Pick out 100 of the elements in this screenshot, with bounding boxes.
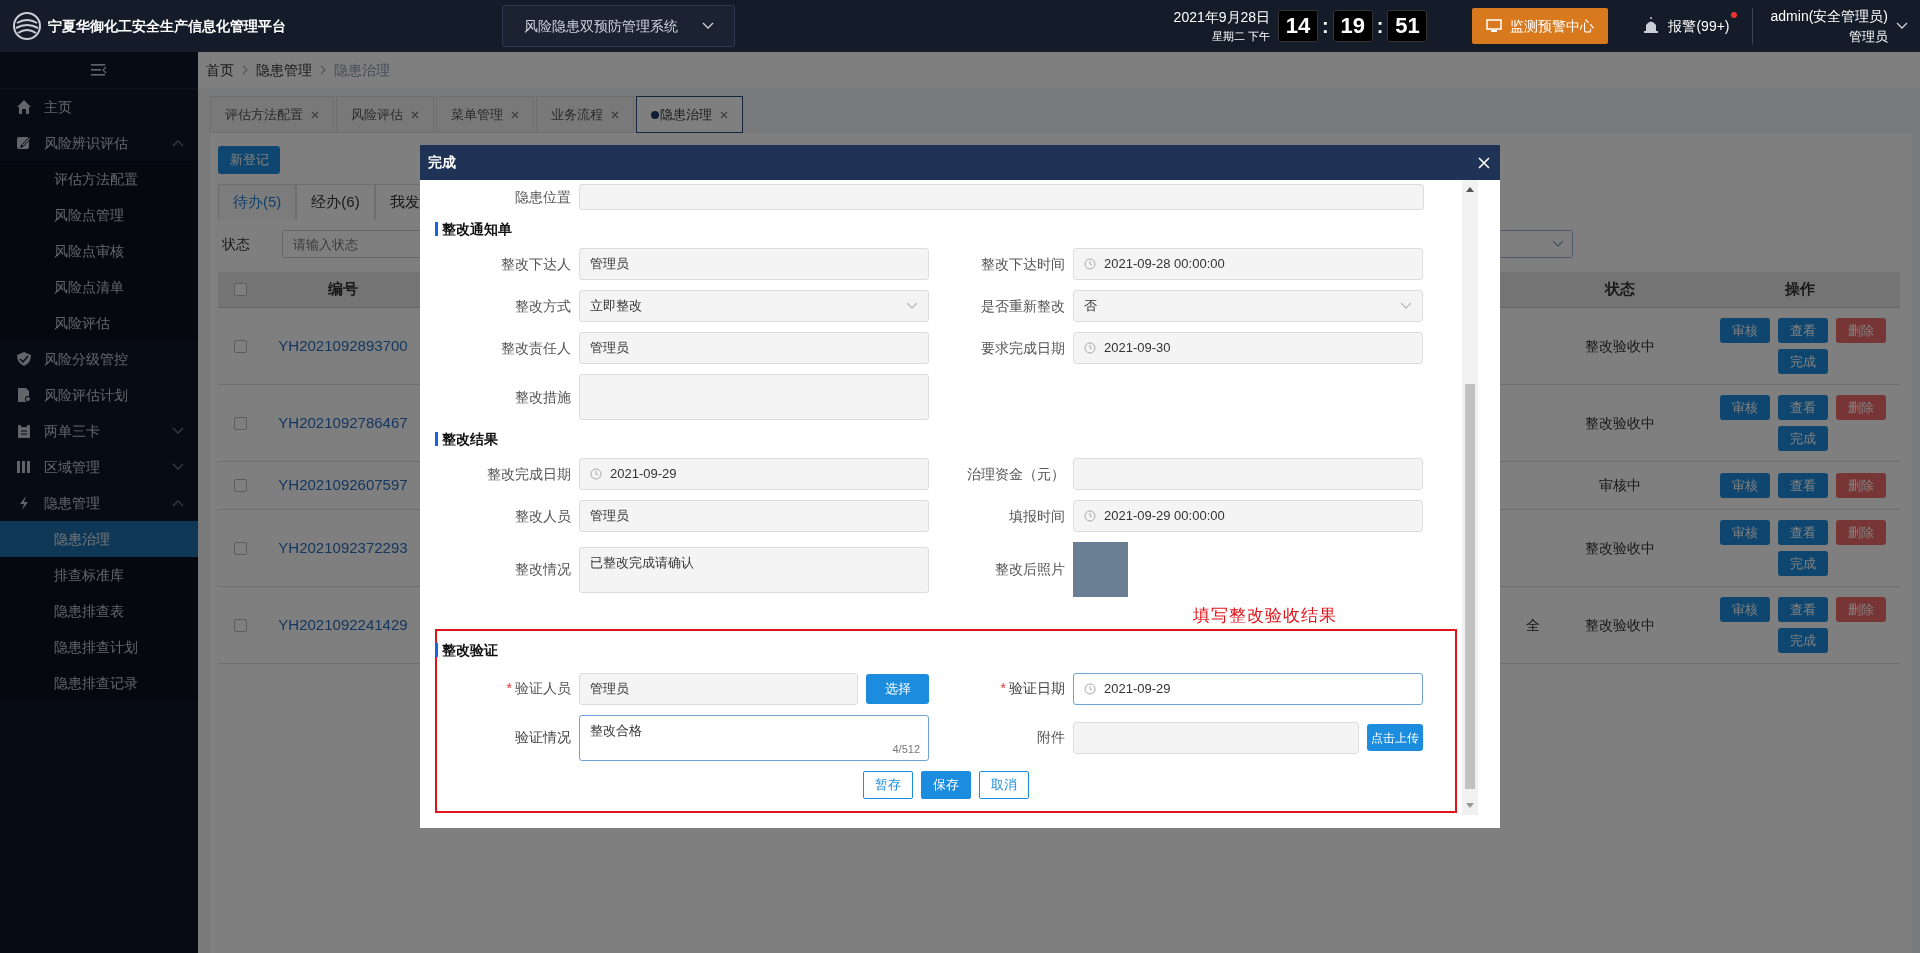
textarea-field[interactable]: 已整改完成请确认 bbox=[579, 546, 929, 593]
sidebar-item[interactable]: 隐患管理 bbox=[0, 485, 198, 521]
sidebar-subitem[interactable]: 隐患排查计划 bbox=[0, 629, 198, 665]
menu-toggle-icon[interactable] bbox=[91, 64, 107, 76]
action-button[interactable]: 查看 bbox=[1778, 520, 1828, 545]
sidebar-subitem[interactable]: 风险评估 bbox=[0, 305, 198, 341]
scroll-down-icon[interactable] bbox=[1466, 803, 1474, 809]
action-button[interactable]: 删除 bbox=[1836, 318, 1886, 343]
clock-digits: 19 bbox=[1332, 10, 1373, 42]
status-text: 整改验收中 bbox=[1585, 539, 1655, 556]
photo-placeholder[interactable] bbox=[1073, 542, 1128, 597]
select-field[interactable]: 立即整改 bbox=[579, 290, 929, 322]
action-button[interactable]: 完成 bbox=[1778, 426, 1828, 451]
text-field[interactable] bbox=[1073, 458, 1423, 490]
sidebar-subitem[interactable]: 排查标准库 bbox=[0, 557, 198, 593]
text-field[interactable] bbox=[1073, 721, 1359, 754]
action-button[interactable]: 审核 bbox=[1720, 597, 1770, 622]
action-button[interactable]: 完成 bbox=[1778, 628, 1828, 653]
row-checkbox[interactable] bbox=[233, 416, 247, 430]
record-link[interactable]: YH2021092372293 bbox=[278, 538, 408, 556]
clock-icon bbox=[1084, 510, 1096, 522]
system-selector[interactable]: 风险隐患双预防管理系统 bbox=[502, 5, 735, 47]
action-button[interactable]: 删除 bbox=[1836, 597, 1886, 622]
row-checkbox[interactable] bbox=[233, 339, 247, 353]
dialog-button[interactable]: 保存 bbox=[921, 770, 971, 799]
date-field[interactable]: 2021-09-29 bbox=[579, 458, 929, 490]
action-button[interactable]: 查看 bbox=[1778, 318, 1828, 343]
monitor-center-button[interactable]: 监测预警中心 bbox=[1472, 8, 1609, 44]
page-tab[interactable]: 业务流程 bbox=[536, 96, 634, 133]
page-tab[interactable]: 评估方法配置 bbox=[210, 96, 334, 133]
new-register-button[interactable]: 新登记 bbox=[218, 146, 280, 174]
page-tab[interactable]: 风险评估 bbox=[336, 96, 434, 133]
dialog-button[interactable]: 暂存 bbox=[863, 770, 913, 799]
sidebar-item[interactable]: 两单三卡 bbox=[0, 413, 198, 449]
sidebar-subitem[interactable]: 风险点管理 bbox=[0, 197, 198, 233]
sidebar-item[interactable]: 风险评估计划 bbox=[0, 377, 198, 413]
text-field[interactable]: 管理员 bbox=[579, 332, 929, 364]
sidebar-item[interactable]: 主页 bbox=[0, 89, 198, 125]
action-button[interactable]: 完成 bbox=[1778, 349, 1828, 374]
select-button[interactable]: 选择 bbox=[866, 673, 929, 704]
action-button[interactable]: 查看 bbox=[1778, 597, 1828, 622]
textarea-field[interactable]: 整改合格 4/512 bbox=[579, 714, 929, 761]
action-button[interactable]: 查看 bbox=[1778, 395, 1828, 420]
sidebar-item[interactable]: 风险分级管控 bbox=[0, 341, 198, 377]
location-field[interactable] bbox=[579, 184, 1424, 210]
sidebar-subitem[interactable]: 隐患排查表 bbox=[0, 593, 198, 629]
action-button[interactable]: 删除 bbox=[1836, 395, 1886, 420]
sidebar-subitem[interactable]: 隐患排查记录 bbox=[0, 665, 198, 701]
select-all-checkbox[interactable] bbox=[233, 283, 247, 296]
scroll-up-icon[interactable] bbox=[1466, 186, 1474, 192]
date-field[interactable]: 2021-09-30 bbox=[1073, 332, 1423, 364]
select-field[interactable]: 否 bbox=[1073, 290, 1423, 322]
action-button[interactable]: 审核 bbox=[1720, 473, 1770, 498]
dialog-title: 完成 bbox=[428, 153, 456, 172]
page-tab[interactable]: 菜单管理 bbox=[436, 96, 534, 133]
page-tab[interactable]: 隐患治理 bbox=[636, 96, 743, 133]
textarea-field[interactable] bbox=[579, 374, 929, 420]
record-link[interactable]: YH2021092893700 bbox=[278, 336, 408, 354]
breadcrumb-item[interactable]: 隐患管理 bbox=[256, 59, 312, 81]
record-link[interactable]: YH2021092241429 bbox=[278, 615, 408, 633]
action-button[interactable]: 完成 bbox=[1778, 551, 1828, 576]
field-label: 整改措施 bbox=[514, 387, 571, 407]
text-field[interactable]: 管理员 bbox=[579, 500, 929, 532]
chevron-down-icon bbox=[1552, 240, 1564, 248]
row-checkbox[interactable] bbox=[233, 479, 247, 492]
text-field[interactable]: 管理员 bbox=[579, 248, 929, 280]
clock-separator: : bbox=[1321, 14, 1330, 39]
sidebar-subitem[interactable]: 评估方法配置 bbox=[0, 161, 198, 197]
row-checkbox[interactable] bbox=[233, 618, 247, 632]
record-link[interactable]: YH2021092786467 bbox=[278, 413, 408, 431]
date-field[interactable]: 2021-09-29 bbox=[1073, 672, 1423, 705]
record-link[interactable]: YH2021092607597 bbox=[278, 476, 408, 494]
sidebar-subitem[interactable]: 风险点清单 bbox=[0, 269, 198, 305]
action-button[interactable]: 删除 bbox=[1836, 473, 1886, 498]
date-field[interactable]: 2021-09-29 00:00:00 bbox=[1073, 500, 1423, 532]
upload-button[interactable]: 点击上传 bbox=[1367, 724, 1423, 751]
status-tab[interactable]: 经办(6) bbox=[296, 184, 375, 220]
action-button[interactable]: 审核 bbox=[1720, 395, 1770, 420]
text-field[interactable]: 管理员 bbox=[579, 672, 858, 705]
required-mark: * bbox=[1000, 680, 1006, 696]
date-field[interactable]: 2021-09-28 00:00:00 bbox=[1073, 248, 1423, 280]
alarm-link[interactable]: 报警(99+) bbox=[1668, 15, 1730, 37]
user-name[interactable]: admin(安全管理员) bbox=[1770, 5, 1888, 27]
row-checkbox[interactable] bbox=[233, 541, 247, 555]
status-tab[interactable]: 待办(5) bbox=[218, 184, 297, 220]
sidebar-subitem[interactable]: 风险点审核 bbox=[0, 233, 198, 269]
action-button[interactable]: 审核 bbox=[1720, 318, 1770, 343]
sidebar-subitem[interactable]: 隐患治理 bbox=[0, 521, 198, 557]
sidebar-item[interactable]: 区域管理 bbox=[0, 449, 198, 485]
breadcrumb-item[interactable]: 首页 bbox=[206, 59, 234, 81]
action-button[interactable]: 审核 bbox=[1720, 520, 1770, 545]
bell-icon[interactable] bbox=[1642, 17, 1661, 35]
sidebar-item[interactable]: 风险辨识评估 bbox=[0, 125, 198, 161]
dialog-button[interactable]: 取消 bbox=[979, 770, 1029, 799]
chevron-up-icon bbox=[172, 139, 184, 147]
scrollbar[interactable] bbox=[1462, 180, 1478, 815]
field-label: 治理资金（元） bbox=[966, 464, 1065, 484]
action-button[interactable]: 查看 bbox=[1778, 473, 1828, 498]
action-button[interactable]: 删除 bbox=[1836, 520, 1886, 545]
date-text: 2021年9月28日 bbox=[1173, 8, 1271, 28]
